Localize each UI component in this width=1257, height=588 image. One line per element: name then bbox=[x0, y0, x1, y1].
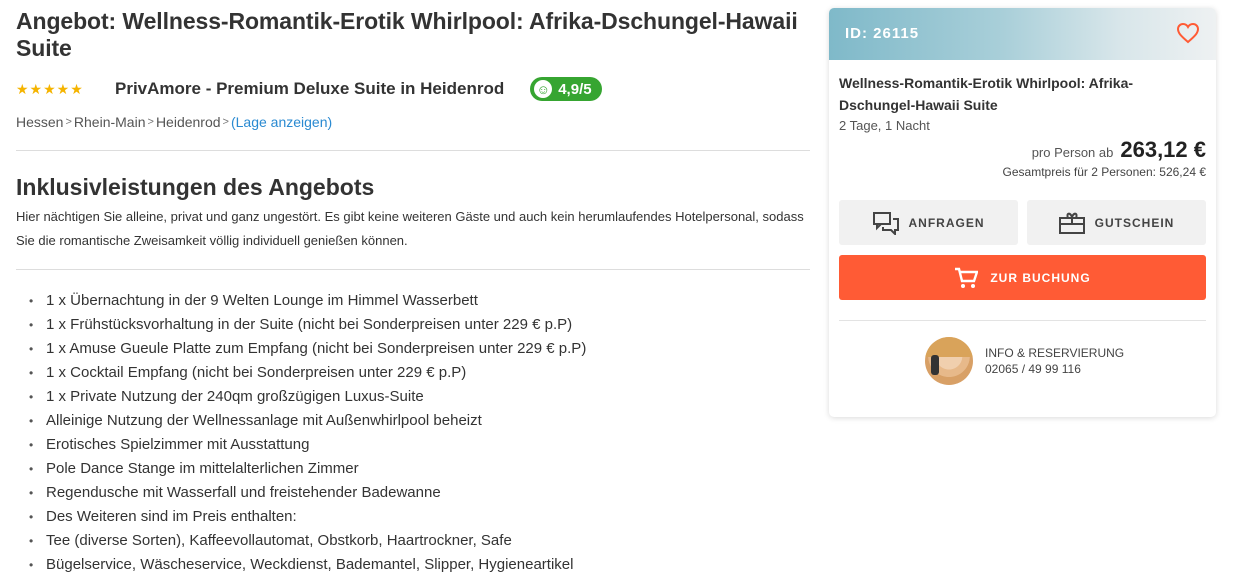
show-location-link[interactable]: (Lage anzeigen) bbox=[231, 114, 332, 130]
offer-meta: ★★★★★ PrivAmore - Premium Deluxe Suite i… bbox=[16, 76, 810, 102]
bullet-icon: • bbox=[29, 534, 34, 548]
breadcrumb-item[interactable]: Rhein-Main bbox=[74, 114, 146, 130]
price-label: pro Person ab bbox=[1031, 145, 1114, 160]
list-item: • Alleinige Nutzung der Wellnessanlage mi… bbox=[16, 409, 810, 433]
list-item: • Erotisches Spielzimmer mit Ausstattung bbox=[16, 433, 810, 457]
list-item: • 1 x Amuse Gueule Platte zum Empfang (ni… bbox=[16, 337, 810, 361]
main-content: Angebot: Wellness-Romantik-Erotik Whirlp… bbox=[16, 0, 810, 577]
list-item-text: Alleinige Nutzung der Wellnessanlage mit… bbox=[46, 412, 482, 429]
list-item-text: 1 x Übernachtung in der 9 Welten Lounge … bbox=[46, 292, 478, 309]
list-item: • 1 x Frühstücksvorhaltung in der Suite (… bbox=[16, 313, 810, 337]
gift-card-icon bbox=[1058, 212, 1085, 234]
bullet-icon: • bbox=[29, 318, 34, 332]
list-item-text: Tee (diverse Sorten), Kaffeevollautomat,… bbox=[46, 532, 512, 549]
avatar bbox=[925, 337, 973, 385]
stay-duration: 2 Tage, 1 Nacht bbox=[839, 118, 930, 133]
inquire-label: ANFRAGEN bbox=[908, 215, 985, 230]
price-row: pro Person ab 263,12 € bbox=[839, 137, 1206, 163]
chevron-right-icon: > bbox=[222, 116, 229, 128]
rating-badge: ☺ 4,9/5 bbox=[530, 77, 602, 101]
divider bbox=[839, 320, 1206, 321]
contact-phone[interactable]: 02065 / 49 99 116 bbox=[985, 362, 1124, 376]
bullet-icon: • bbox=[29, 366, 34, 380]
list-item-text: Pole Dance Stange im mittelalterlichen Z… bbox=[46, 460, 359, 477]
list-item-text: Bügelservice, Wäscheservice, Weckdienst,… bbox=[46, 556, 574, 573]
chat-icon bbox=[872, 211, 899, 235]
rating-value: 4,9/5 bbox=[558, 80, 592, 98]
bullet-icon: • bbox=[29, 294, 34, 308]
list-item: • 1 x Private Nutzung der 240qm großzügig… bbox=[16, 385, 810, 409]
inclusions-list: • 1 x Übernachtung in der 9 Welten Lounge… bbox=[16, 289, 810, 577]
list-item-text: Erotisches Spielzimmer mit Ausstattung bbox=[46, 436, 310, 453]
section-description: Hier nächtigen Sie alleine, privat und g… bbox=[16, 209, 804, 248]
bullet-icon: • bbox=[29, 462, 34, 476]
divider bbox=[16, 269, 810, 270]
list-item: • Bügelservice, Wäscheservice, Weckdienst… bbox=[16, 553, 810, 577]
card-header-image: ID: 26115 bbox=[829, 8, 1216, 60]
book-label: ZUR BUCHUNG bbox=[990, 270, 1091, 285]
chevron-right-icon: > bbox=[65, 116, 72, 128]
voucher-label: GUTSCHEIN bbox=[1094, 215, 1175, 230]
offer-id: ID: 26115 bbox=[845, 25, 920, 42]
list-item: • Tee (diverse Sorten), Kaffeevollautomat… bbox=[16, 529, 810, 553]
heart-icon[interactable] bbox=[1176, 22, 1200, 44]
total-price: Gesamtpreis für 2 Personen: 526,24 € bbox=[1002, 165, 1206, 179]
list-item: • 1 x Cocktail Empfang (nicht bei Sonderp… bbox=[16, 361, 810, 385]
breadcrumb-item[interactable]: Hessen bbox=[16, 114, 63, 130]
inquire-button[interactable]: ANFRAGEN bbox=[839, 200, 1018, 245]
list-item: • Pole Dance Stange im mittelalterlichen … bbox=[16, 457, 810, 481]
chevron-right-icon: > bbox=[147, 116, 154, 128]
bullet-icon: • bbox=[29, 510, 34, 524]
price-value: 263,12 € bbox=[1120, 137, 1206, 162]
bullet-icon: • bbox=[29, 342, 34, 356]
bullet-icon: • bbox=[29, 414, 34, 428]
breadcrumb: Hessen > Rhein-Main > Heidenrod > (Lage … bbox=[16, 112, 810, 132]
cart-icon bbox=[955, 267, 979, 288]
list-item-text: 1 x Amuse Gueule Platte zum Empfang (nic… bbox=[46, 340, 587, 357]
divider bbox=[16, 150, 810, 151]
bullet-icon: • bbox=[29, 390, 34, 404]
bullet-icon: • bbox=[29, 558, 34, 572]
list-item: • Regendusche mit Wasserfall und freisteh… bbox=[16, 481, 810, 505]
voucher-button[interactable]: GUTSCHEIN bbox=[1027, 200, 1206, 245]
list-item-text: 1 x Frühstücksvorhaltung in der Suite (n… bbox=[46, 316, 573, 333]
breadcrumb-item[interactable]: Heidenrod bbox=[156, 114, 221, 130]
hotel-name[interactable]: PrivAmore - Premium Deluxe Suite in Heid… bbox=[115, 79, 504, 99]
list-item: • Des Weiteren sind im Preis enthalten: bbox=[16, 505, 810, 529]
page-title: Angebot: Wellness-Romantik-Erotik Whirlp… bbox=[16, 8, 798, 61]
contact-info: INFO & RESERVIERUNG 02065 / 49 99 116 bbox=[839, 337, 1206, 385]
list-item-text: Des Weiteren sind im Preis enthalten: bbox=[46, 508, 297, 525]
bullet-icon: • bbox=[29, 438, 34, 452]
book-button[interactable]: ZUR BUCHUNG bbox=[839, 255, 1206, 300]
list-item: • 1 x Übernachtung in der 9 Welten Lounge… bbox=[16, 289, 810, 313]
secondary-actions: ANFRAGEN GUTSCHEIN bbox=[839, 200, 1206, 245]
card-title: Wellness-Romantik-Erotik Whirlpool: Afri… bbox=[839, 75, 1134, 113]
booking-card: ID: 26115 Wellness-Romantik-Erotik Whirl… bbox=[829, 8, 1216, 417]
list-item-text: Regendusche mit Wasserfall und freistehe… bbox=[46, 484, 441, 501]
smiley-icon: ☺ bbox=[534, 80, 553, 98]
contact-label: INFO & RESERVIERUNG bbox=[985, 346, 1125, 360]
list-item-text: 1 x Private Nutzung der 240qm großzügige… bbox=[46, 388, 424, 405]
section-heading: Inklusivleistungen des Angebots bbox=[16, 174, 375, 200]
star-rating: ★★★★★ bbox=[16, 80, 84, 97]
list-item-text: 1 x Cocktail Empfang (nicht bei Sonderpr… bbox=[46, 364, 467, 381]
bullet-icon: • bbox=[29, 486, 34, 500]
